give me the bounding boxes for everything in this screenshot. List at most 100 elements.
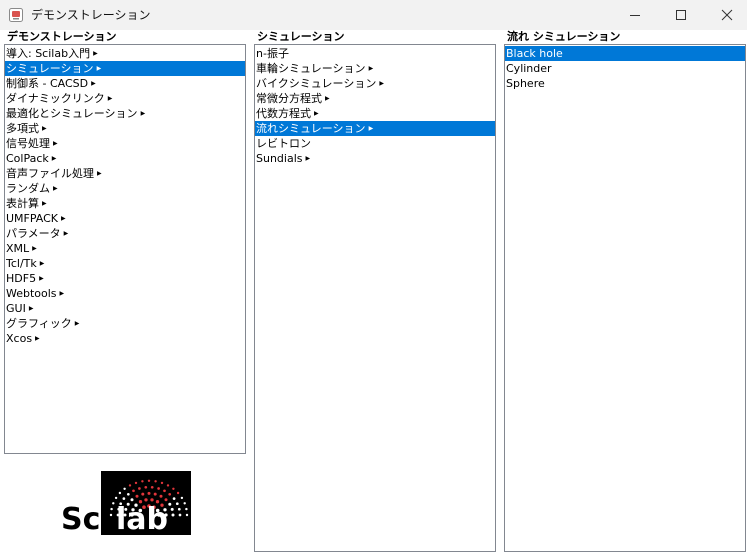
flow-simulation-list[interactable]: Black hole Cylinder Sphere	[504, 44, 746, 552]
logo-dot	[150, 485, 154, 489]
logo-dot	[154, 480, 157, 483]
list-item-label: 最適化とシミュレーション	[6, 107, 138, 120]
list-item-label: 信号処理	[6, 137, 50, 150]
list-item[interactable]: HDF5 ▶	[5, 271, 245, 286]
list-item-label: Cylinder	[506, 62, 552, 75]
submenu-arrow-icon: ▶	[74, 319, 80, 327]
list-item[interactable]: 表計算 ▶	[5, 196, 245, 211]
list-item[interactable]: XML ▶	[5, 241, 245, 256]
list-item-label: シミュレーション	[6, 62, 94, 75]
list-item-label: Xcos	[6, 332, 33, 345]
list-item-label: 音声ファイル処理	[6, 167, 94, 180]
list-item-label: 導入: Scilab入門	[6, 47, 91, 60]
list-item-label: Black hole	[506, 47, 563, 60]
list-item-label: Sphere	[506, 77, 545, 90]
column-label-simulation: シミュレーション	[257, 30, 345, 43]
logo-dot	[157, 487, 160, 490]
list-item[interactable]: 多項式 ▶	[5, 121, 245, 136]
list-item[interactable]: 流れシミュレーション ▶	[255, 121, 495, 136]
list-item-label: Webtools	[6, 287, 57, 300]
list-item[interactable]: バイクシミュレーション ▶	[255, 76, 495, 91]
submenu-arrow-icon: ▶	[140, 109, 146, 117]
submenu-arrow-icon: ▶	[314, 109, 319, 117]
logo-dot	[122, 497, 126, 500]
close-icon	[721, 9, 733, 21]
maximize-button[interactable]	[658, 0, 704, 30]
submenu-arrow-icon: ▶	[96, 64, 102, 72]
title-bar[interactable]: デモンストレーション	[0, 0, 747, 30]
logo-dot	[153, 492, 157, 496]
submenu-arrow-icon: ▶	[28, 304, 34, 312]
list-item[interactable]: Cylinder	[505, 61, 745, 76]
list-item[interactable]: Black hole	[505, 46, 745, 61]
list-item[interactable]: 信号処理 ▶	[5, 136, 245, 151]
submenu-arrow-icon: ▶	[42, 199, 47, 207]
submenu-arrow-icon: ▶	[97, 169, 102, 177]
submenu-arrow-icon: ▶	[107, 94, 113, 102]
submenu-arrow-icon: ▶	[305, 154, 311, 162]
list-item-label: バイクシミュレーション	[256, 77, 377, 90]
logo-dot	[170, 507, 174, 511]
list-item[interactable]: 最適化とシミュレーション ▶	[5, 106, 245, 121]
logo-dot	[160, 481, 164, 485]
logo-dot	[172, 497, 176, 500]
logo-dot	[114, 496, 118, 500]
submenu-arrow-icon: ▶	[63, 229, 69, 237]
list-item[interactable]: ColPack ▶	[5, 151, 245, 166]
list-item[interactable]: ダイナミックリンク ▶	[5, 91, 245, 106]
submenu-arrow-icon: ▶	[32, 244, 37, 252]
list-item[interactable]: 代数方程式 ▶	[255, 106, 495, 121]
logo-dot	[123, 487, 126, 490]
logo-dot	[180, 496, 184, 500]
list-item-label: ランダム	[6, 182, 50, 195]
logo-dot	[132, 489, 135, 493]
list-item[interactable]: Xcos ▶	[5, 331, 245, 346]
simulation-list[interactable]: n-振子 車輪シミュレーション ▶ バイクシミュレーション ▶ 常微分方程式 ▶ 代数方程式 ▶…	[254, 44, 496, 552]
submenu-arrow-icon: ▶	[51, 154, 57, 162]
submenu-arrow-icon: ▶	[93, 49, 98, 57]
logo-dot	[134, 481, 138, 485]
close-button[interactable]	[704, 0, 747, 30]
list-item-label: 車輪シミュレーション	[256, 62, 366, 75]
list-item[interactable]: パラメータ ▶	[5, 226, 245, 241]
logo-dot	[147, 479, 151, 482]
list-item[interactable]: n-振子	[255, 46, 495, 61]
list-item[interactable]: Sphere	[505, 76, 745, 91]
logo-dot	[138, 487, 141, 490]
list-item-label: グラフィック	[6, 317, 72, 330]
submenu-arrow-icon: ▶	[59, 289, 65, 297]
list-item[interactable]: 音声ファイル処理 ▶	[5, 166, 245, 181]
list-item[interactable]: グラフィック ▶	[5, 316, 245, 331]
list-item[interactable]: 車輪シミュレーション ▶	[255, 61, 495, 76]
submenu-arrow-icon: ▶	[368, 124, 374, 132]
list-item-label: XML	[6, 242, 30, 255]
logo-dot	[183, 502, 186, 505]
logo-dot	[144, 485, 148, 489]
list-item[interactable]: 導入: Scilab入門 ▶	[5, 46, 245, 61]
list-item[interactable]: GUI ▶	[5, 301, 245, 316]
list-item-label: Sundials	[256, 152, 303, 165]
submenu-arrow-icon: ▶	[91, 79, 96, 87]
list-item-label: 代数方程式	[256, 107, 311, 120]
minimize-button[interactable]	[612, 0, 658, 30]
list-item[interactable]: UMFPACK ▶	[5, 211, 245, 226]
logo-dot	[141, 492, 145, 496]
list-item[interactable]: Tcl/Tk ▶	[5, 256, 245, 271]
demonstrations-list[interactable]: 導入: Scilab入門 ▶ シミュレーション ▶ 制御系 - CACSD ▶ ダイナミック…	[4, 44, 246, 454]
submenu-arrow-icon: ▶	[325, 94, 330, 102]
logo-dot	[135, 494, 139, 498]
list-item[interactable]: 制御系 - CACSD ▶	[5, 76, 245, 91]
list-item[interactable]: 常微分方程式 ▶	[255, 91, 495, 106]
list-item[interactable]: シミュレーション ▶	[5, 61, 245, 76]
list-item-label: ColPack	[6, 152, 49, 165]
list-item-label: 制御系 - CACSD	[6, 77, 89, 90]
list-item[interactable]: レビトロン	[255, 136, 495, 151]
minimize-icon	[630, 15, 640, 16]
logo-dot	[177, 507, 181, 511]
list-item[interactable]: Sundials ▶	[255, 151, 495, 166]
logo-dot	[176, 491, 180, 495]
logo-dot	[178, 513, 182, 517]
submenu-arrow-icon: ▶	[39, 274, 44, 282]
list-item[interactable]: ランダム ▶	[5, 181, 245, 196]
list-item[interactable]: Webtools ▶	[5, 286, 245, 301]
